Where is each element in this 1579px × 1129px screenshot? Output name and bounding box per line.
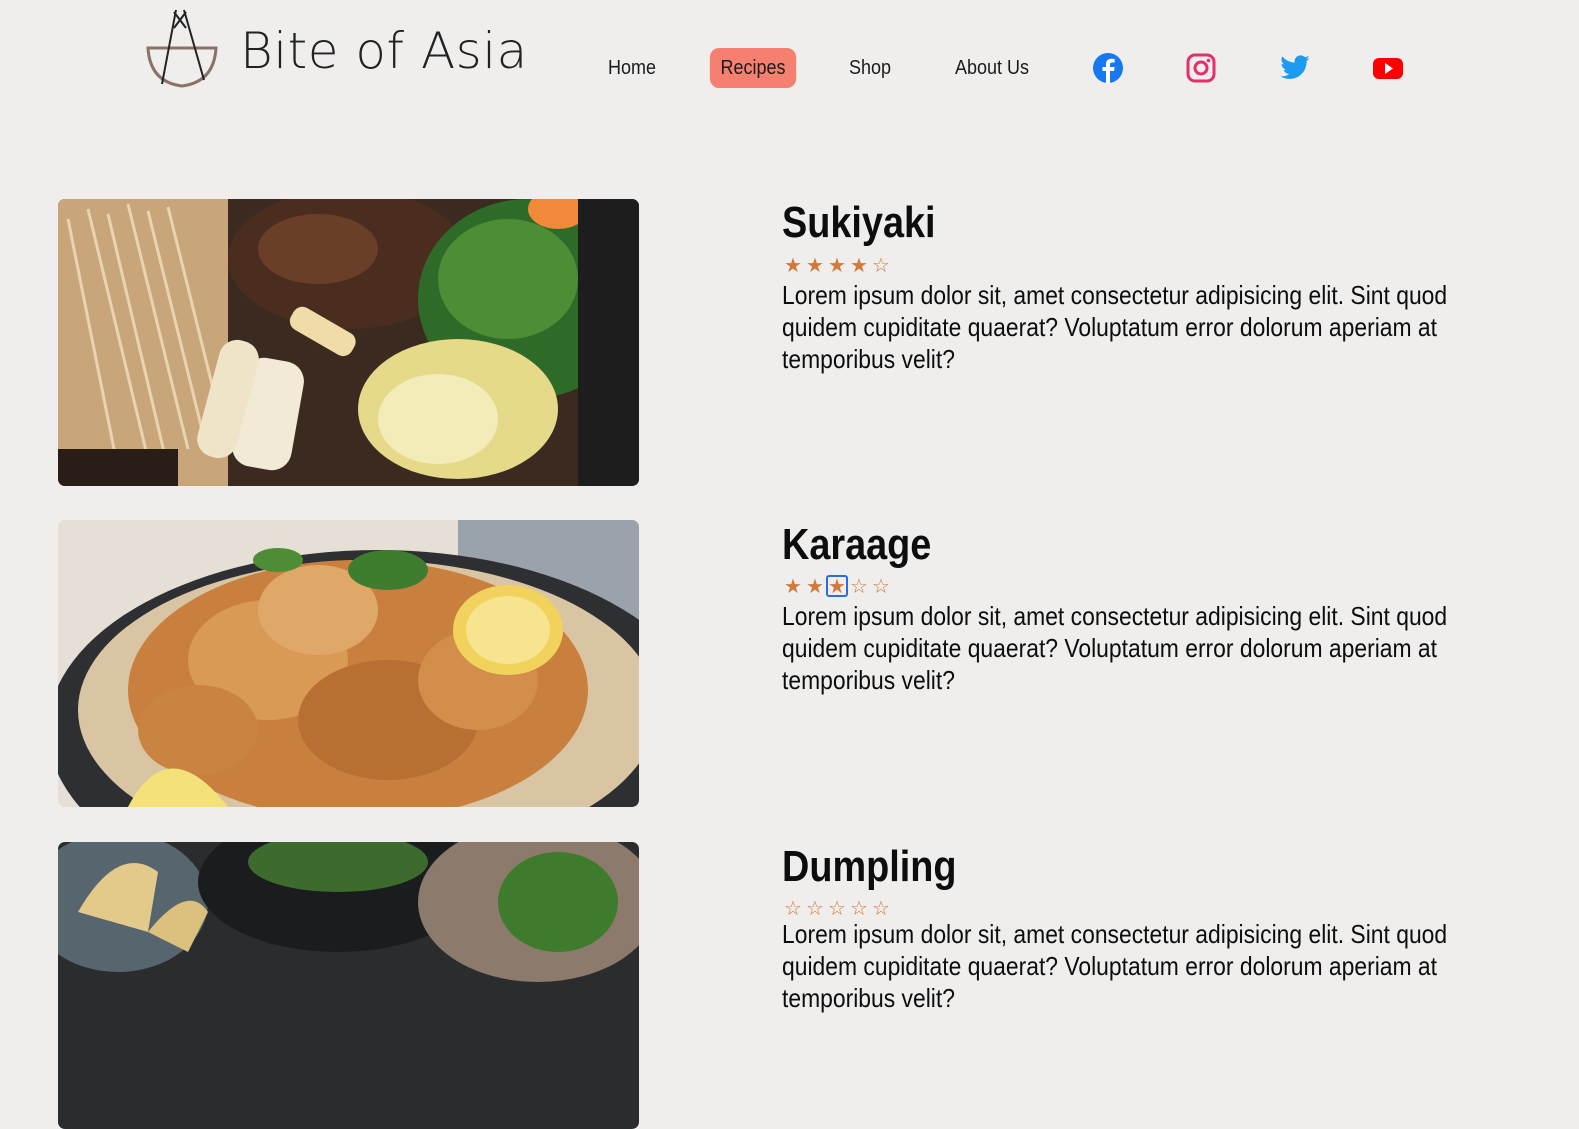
recipe-title[interactable]: Dumpling [782, 842, 956, 892]
star-icon[interactable]: ★ [782, 575, 804, 597]
star-icon[interactable]: ★ [826, 254, 848, 276]
brand-name: Bite of Asia [240, 22, 528, 80]
rating-stars: ★ ★ ★ ★ ☆ [782, 254, 892, 278]
youtube-icon[interactable] [1372, 52, 1404, 84]
star-outline-icon[interactable]: ☆ [782, 897, 804, 919]
karaage-image[interactable] [58, 520, 639, 807]
star-outline-icon[interactable]: ☆ [870, 897, 892, 919]
recipe-description: Lorem ipsum dolor sit, amet consectetur … [782, 919, 1448, 1013]
recipe-title[interactable]: Sukiyaki [782, 198, 936, 248]
star-icon[interactable]: ★ [804, 254, 826, 276]
star-outline-icon[interactable]: ☆ [870, 254, 892, 276]
star-icon[interactable]: ★ [782, 254, 804, 276]
star-outline-icon[interactable]: ☆ [848, 897, 870, 919]
facebook-icon[interactable] [1092, 52, 1124, 84]
recipe-description: Lorem ipsum dolor sit, amet consectetur … [782, 280, 1448, 374]
star-outline-icon[interactable]: ☆ [848, 575, 870, 597]
star-outline-icon[interactable]: ☆ [870, 575, 892, 597]
recipe-title[interactable]: Karaage [782, 520, 931, 570]
nav-home[interactable]: Home [600, 48, 665, 88]
star-icon[interactable]: ★ [848, 254, 870, 276]
sukiyaki-image[interactable] [58, 199, 639, 486]
chopsticks-bowl-logo-icon [146, 9, 218, 88]
star-icon[interactable]: ★ [826, 575, 848, 597]
rating-stars: ★ ★ ★ ☆ ☆ [782, 575, 892, 599]
star-icon[interactable]: ★ [804, 575, 826, 597]
recipe-description: Lorem ipsum dolor sit, amet consectetur … [782, 601, 1448, 695]
dumpling-image[interactable] [58, 842, 639, 1129]
nav-about-us[interactable]: About Us [945, 48, 1039, 88]
site-header: Bite of Asia Home Recipes Shop About Us [0, 0, 1579, 140]
nav-recipes[interactable]: Recipes [709, 48, 797, 88]
instagram-icon[interactable] [1185, 52, 1217, 84]
logo[interactable]: Bite of Asia [146, 8, 528, 88]
star-outline-icon[interactable]: ☆ [804, 897, 826, 919]
star-outline-icon[interactable]: ☆ [826, 897, 848, 919]
nav-shop[interactable]: Shop [839, 48, 900, 88]
twitter-icon[interactable] [1279, 52, 1311, 84]
